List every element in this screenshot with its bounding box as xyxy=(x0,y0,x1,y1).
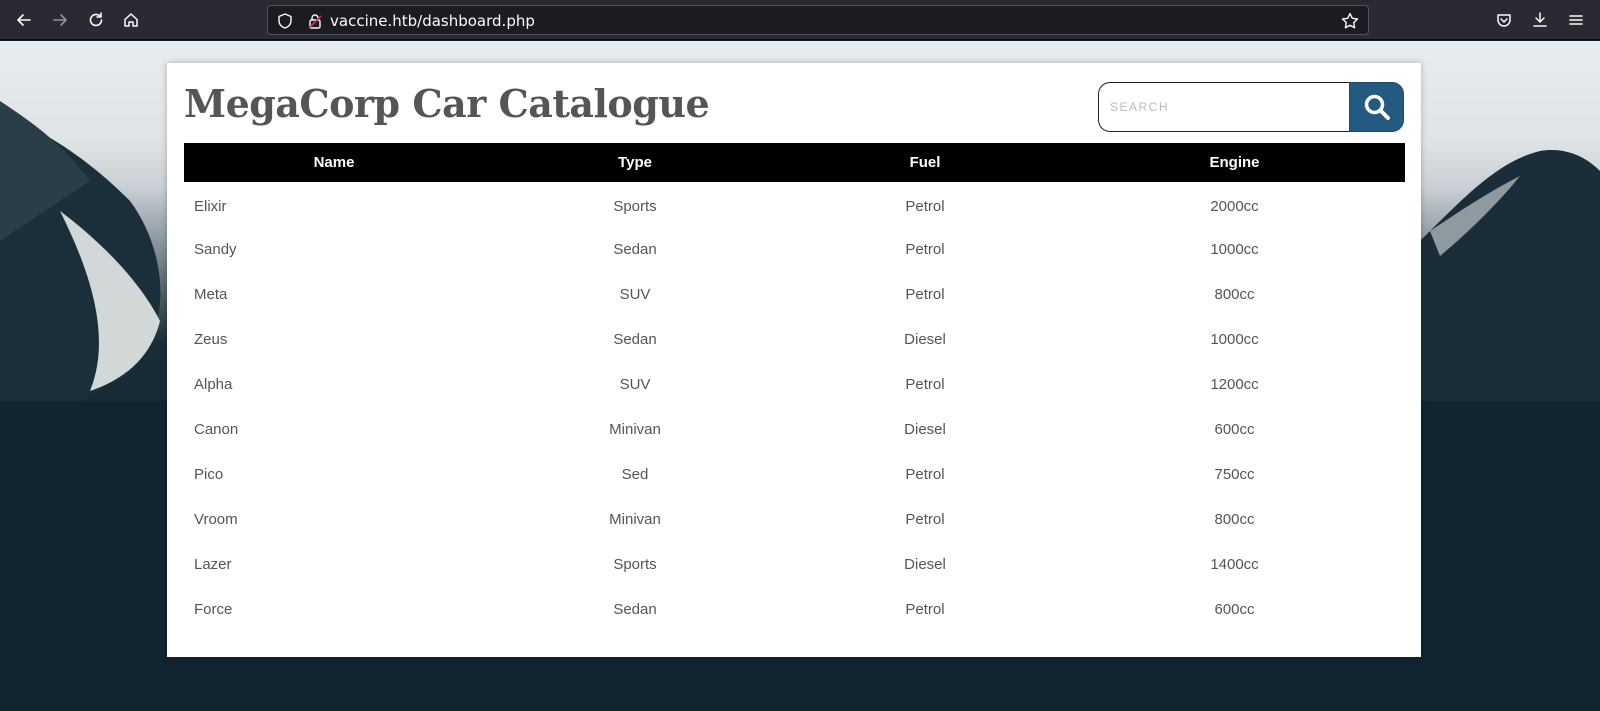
page-title: MegaCorp Car Catalogue xyxy=(184,81,710,126)
cell-name: Meta xyxy=(194,286,228,303)
search-form xyxy=(1098,82,1404,132)
cell-fuel: Petrol xyxy=(905,241,945,258)
cell-name: Sandy xyxy=(194,241,237,258)
forward-arrow-icon xyxy=(53,14,67,26)
cell-fuel: Petrol xyxy=(905,197,945,215)
url-bar[interactable]: vaccine.htb/dashboard.php xyxy=(267,5,1369,35)
cell-engine: 1000cc xyxy=(1210,331,1259,348)
table-row: Canon Minivan Diesel 600cc xyxy=(184,407,1405,452)
cell-fuel: Diesel xyxy=(904,556,946,573)
search-input[interactable] xyxy=(1098,82,1349,132)
table-row: Meta SUV Petrol 800cc xyxy=(184,272,1405,317)
menu-button[interactable] xyxy=(1562,6,1590,34)
car-table: Name Type Fuel Engine Elixir Sports Petrol… xyxy=(184,143,1405,632)
download-icon xyxy=(1533,12,1547,27)
cell-fuel: Diesel xyxy=(904,421,946,438)
table-row: Sandy Sedan Petrol 1000cc xyxy=(184,227,1405,272)
cell-engine: 2000cc xyxy=(1210,197,1259,215)
cell-type: Sedan xyxy=(613,331,657,348)
cell-engine: 1400cc xyxy=(1210,556,1259,573)
table-row: Alpha SUV Petrol 1200cc xyxy=(184,362,1405,407)
table-row: Force Sedan Petrol 600cc xyxy=(184,587,1405,632)
search-icon xyxy=(1364,94,1390,120)
cell-name: Force xyxy=(194,601,233,618)
shield-icon[interactable] xyxy=(276,12,294,30)
cell-name: Vroom xyxy=(194,511,238,528)
cell-type: SUV xyxy=(619,376,651,393)
cell-fuel: Petrol xyxy=(905,511,945,528)
pocket-icon xyxy=(1497,14,1511,27)
cell-type: Sports xyxy=(613,197,657,215)
table-row: Elixir Sports Petrol 2000cc xyxy=(184,182,1405,227)
cell-type: Sedan xyxy=(613,601,657,618)
cell-fuel: Petrol xyxy=(905,376,945,393)
cell-fuel: Diesel xyxy=(904,331,946,348)
cell-name: Pico xyxy=(194,466,224,483)
home-button[interactable] xyxy=(117,6,145,34)
table-body: Elixir Sports Petrol 2000cc Sandy Sedan Petro… xyxy=(184,182,1405,632)
cell-engine: 750cc xyxy=(1214,466,1255,483)
cell-type: Sed xyxy=(621,466,649,483)
back-button[interactable] xyxy=(10,6,38,34)
column-header-type[interactable]: Type xyxy=(484,143,786,182)
table-row: Pico Sed Petrol 750cc xyxy=(184,452,1405,497)
cell-name: Elixir xyxy=(194,197,227,215)
search-button[interactable] xyxy=(1349,82,1404,132)
table-header-row: Name Type Fuel Engine xyxy=(184,143,1405,182)
star-icon[interactable] xyxy=(1340,11,1360,31)
cell-fuel: Petrol xyxy=(905,466,945,483)
url-text[interactable]: vaccine.htb/dashboard.php xyxy=(330,12,535,30)
cell-type: SUV xyxy=(619,286,651,303)
cell-type: Sedan xyxy=(613,241,657,258)
cell-engine: 600cc xyxy=(1214,421,1255,438)
cell-fuel: Petrol xyxy=(905,286,945,303)
cell-name: Canon xyxy=(194,421,239,438)
table-row: Lazer Sports Diesel 1400cc xyxy=(184,542,1405,587)
cell-engine: 600cc xyxy=(1214,601,1255,618)
cell-engine: 1000cc xyxy=(1210,241,1259,258)
cell-type: Sports xyxy=(613,556,657,573)
forward-button[interactable] xyxy=(46,6,74,34)
hamburger-menu-icon xyxy=(1569,15,1583,25)
column-header-fuel[interactable]: Fuel xyxy=(786,143,1064,182)
column-header-engine[interactable]: Engine xyxy=(1064,143,1405,182)
cell-name: Zeus xyxy=(194,331,228,348)
table-row: Vroom Minivan Petrol 800cc xyxy=(184,497,1405,542)
table-row: Zeus Sedan Diesel 1000cc xyxy=(184,317,1405,362)
cell-engine: 1200cc xyxy=(1210,376,1259,393)
cell-name: Lazer xyxy=(194,556,232,573)
catalogue-card: MegaCorp Car Catalogue Name Type Fuel En… xyxy=(167,63,1421,657)
browser-toolbar: vaccine.htb/dashboard.php xyxy=(0,0,1600,40)
lock-icon[interactable] xyxy=(306,12,324,30)
cell-engine: 800cc xyxy=(1214,286,1255,303)
downloads-button[interactable] xyxy=(1526,6,1554,34)
cell-type: Minivan xyxy=(609,421,661,438)
reload-button[interactable] xyxy=(82,6,110,34)
cell-type: Minivan xyxy=(609,511,661,528)
home-icon xyxy=(124,13,138,27)
back-arrow-icon xyxy=(17,14,31,26)
reload-icon xyxy=(89,12,103,27)
cell-name: Alpha xyxy=(194,376,233,393)
pocket-button[interactable] xyxy=(1490,6,1518,34)
cell-fuel: Petrol xyxy=(905,601,945,618)
cell-engine: 800cc xyxy=(1214,511,1255,528)
column-header-name[interactable]: Name xyxy=(184,143,484,182)
